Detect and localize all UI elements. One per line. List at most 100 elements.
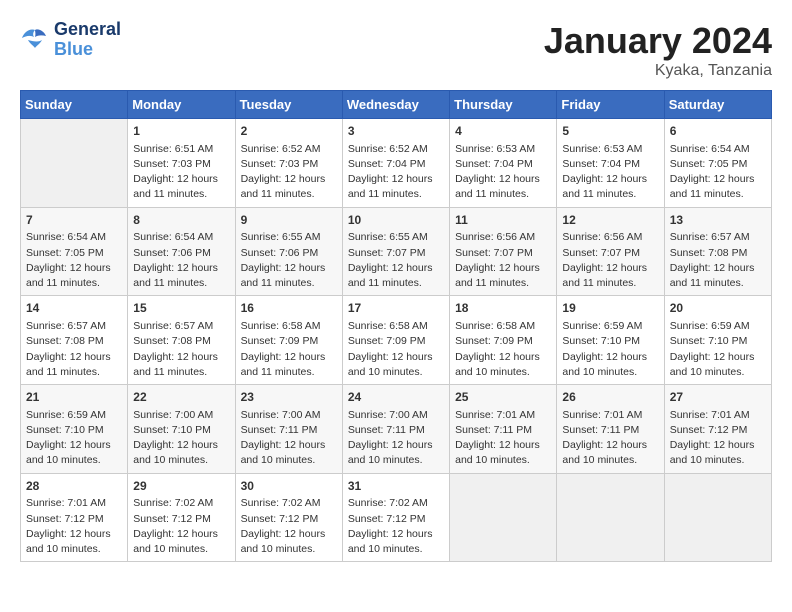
day-number: 7 [26,212,122,229]
calendar-cell: 9Sunrise: 6:55 AMSunset: 7:06 PMDaylight… [235,207,342,296]
day-info: Sunrise: 7:01 AMSunset: 7:12 PMDaylight:… [670,408,766,469]
day-info: Sunrise: 7:02 AMSunset: 7:12 PMDaylight:… [241,496,337,557]
day-number: 4 [455,123,551,140]
calendar-cell: 22 Sunrise: 7:00 AMSunset: 7:10 PMDayligh… [128,385,235,474]
day-number: 19 [562,300,658,317]
day-info: Sunrise: 6:55 AMSunset: 7:06 PMDaylight:… [241,230,337,291]
calendar-cell: 24Sunrise: 7:00 AMSunset: 7:11 PMDayligh… [342,385,449,474]
calendar-cell: 28Sunrise: 7:01 AMSunset: 7:12 PMDayligh… [21,473,128,562]
calendar-cell: 4Sunrise: 6:53 AMSunset: 7:04 PMDaylight… [450,119,557,208]
calendar-cell: 6 Sunrise: 6:54 AMSunset: 7:05 PMDaylight… [664,119,771,208]
calendar-cell: 25 Sunrise: 7:01 AMSunset: 7:11 PMDayligh… [450,385,557,474]
day-number: 1 [133,123,229,140]
calendar-cell: 5 Sunrise: 6:53 AMSunset: 7:04 PMDaylight… [557,119,664,208]
day-info: Sunrise: 7:01 AMSunset: 7:11 PMDaylight:… [562,408,658,469]
col-monday: Monday [128,91,235,119]
day-info: Sunrise: 6:52 AMSunset: 7:04 PMDaylight:… [348,142,444,203]
day-number: 5 [562,123,658,140]
col-tuesday: Tuesday [235,91,342,119]
calendar-table: Sunday Monday Tuesday Wednesday Thursday… [20,90,772,562]
calendar-cell: 3 Sunrise: 6:52 AMSunset: 7:04 PMDaylight… [342,119,449,208]
day-info: Sunrise: 6:59 AMSunset: 7:10 PMDaylight:… [670,319,766,380]
day-info: Sunrise: 6:51 AMSunset: 7:03 PMDaylight:… [133,142,229,203]
page-header: General Blue January 2024 Kyaka, Tanzani… [20,20,772,80]
day-number: 14 [26,300,122,317]
day-number: 9 [241,212,337,229]
col-thursday: Thursday [450,91,557,119]
calendar-cell: 20 Sunrise: 6:59 AMSunset: 7:10 PMDayligh… [664,296,771,385]
day-info: Sunrise: 6:54 AMSunset: 7:05 PMDaylight:… [26,230,122,291]
logo-icon [20,26,50,54]
calendar-week-row: 14 Sunrise: 6:57 AMSunset: 7:08 PMDayligh… [21,296,772,385]
calendar-cell: 23Sunrise: 7:00 AMSunset: 7:11 PMDayligh… [235,385,342,474]
day-number: 12 [562,212,658,229]
day-info: Sunrise: 6:54 AMSunset: 7:06 PMDaylight:… [133,230,229,291]
day-number: 11 [455,212,551,229]
day-number: 17 [348,300,444,317]
day-info: Sunrise: 6:52 AMSunset: 7:03 PMDaylight:… [241,142,337,203]
day-number: 30 [241,478,337,495]
day-info: Sunrise: 7:00 AMSunset: 7:10 PMDaylight:… [133,408,229,469]
day-info: Sunrise: 6:57 AMSunset: 7:08 PMDaylight:… [670,230,766,291]
col-wednesday: Wednesday [342,91,449,119]
calendar-cell: 2 Sunrise: 6:52 AMSunset: 7:03 PMDaylight… [235,119,342,208]
calendar-cell: 30Sunrise: 7:02 AMSunset: 7:12 PMDayligh… [235,473,342,562]
title-block: January 2024 Kyaka, Tanzania [544,20,772,80]
day-info: Sunrise: 6:56 AMSunset: 7:07 PMDaylight:… [562,230,658,291]
calendar-cell: 1 Sunrise: 6:51 AMSunset: 7:03 PMDaylight… [128,119,235,208]
calendar-body: 1 Sunrise: 6:51 AMSunset: 7:03 PMDaylight… [21,119,772,562]
calendar-cell [664,473,771,562]
col-saturday: Saturday [664,91,771,119]
calendar-cell: 21Sunrise: 6:59 AMSunset: 7:10 PMDayligh… [21,385,128,474]
day-number: 21 [26,389,122,406]
calendar-week-row: 21Sunrise: 6:59 AMSunset: 7:10 PMDayligh… [21,385,772,474]
logo: General Blue [20,20,121,60]
calendar-cell [450,473,557,562]
day-info: Sunrise: 7:02 AMSunset: 7:12 PMDaylight:… [348,496,444,557]
day-info: Sunrise: 6:53 AMSunset: 7:04 PMDaylight:… [562,142,658,203]
calendar-header: Sunday Monday Tuesday Wednesday Thursday… [21,91,772,119]
calendar-cell [557,473,664,562]
calendar-cell: 26 Sunrise: 7:01 AMSunset: 7:11 PMDayligh… [557,385,664,474]
calendar-cell: 14 Sunrise: 6:57 AMSunset: 7:08 PMDayligh… [21,296,128,385]
day-number: 18 [455,300,551,317]
day-info: Sunrise: 6:57 AMSunset: 7:08 PMDaylight:… [133,319,229,380]
calendar-week-row: 1 Sunrise: 6:51 AMSunset: 7:03 PMDaylight… [21,119,772,208]
calendar-cell: 17Sunrise: 6:58 AMSunset: 7:09 PMDayligh… [342,296,449,385]
calendar-cell: 11Sunrise: 6:56 AMSunset: 7:07 PMDayligh… [450,207,557,296]
calendar-cell: 18Sunrise: 6:58 AMSunset: 7:09 PMDayligh… [450,296,557,385]
calendar-cell: 31Sunrise: 7:02 AMSunset: 7:12 PMDayligh… [342,473,449,562]
day-number: 22 [133,389,229,406]
day-number: 13 [670,212,766,229]
calendar-cell: 16Sunrise: 6:58 AMSunset: 7:09 PMDayligh… [235,296,342,385]
day-info: Sunrise: 6:55 AMSunset: 7:07 PMDaylight:… [348,230,444,291]
day-info: Sunrise: 6:57 AMSunset: 7:08 PMDaylight:… [26,319,122,380]
day-info: Sunrise: 7:01 AMSunset: 7:11 PMDaylight:… [455,408,551,469]
day-info: Sunrise: 7:01 AMSunset: 7:12 PMDaylight:… [26,496,122,557]
day-info: Sunrise: 6:56 AMSunset: 7:07 PMDaylight:… [455,230,551,291]
calendar-cell: 19Sunrise: 6:59 AMSunset: 7:10 PMDayligh… [557,296,664,385]
header-row: Sunday Monday Tuesday Wednesday Thursday… [21,91,772,119]
day-number: 27 [670,389,766,406]
calendar-cell: 10Sunrise: 6:55 AMSunset: 7:07 PMDayligh… [342,207,449,296]
day-number: 26 [562,389,658,406]
day-number: 31 [348,478,444,495]
day-number: 23 [241,389,337,406]
day-number: 6 [670,123,766,140]
logo-text-blue: Blue [54,40,121,60]
day-number: 3 [348,123,444,140]
day-number: 25 [455,389,551,406]
day-number: 29 [133,478,229,495]
calendar-cell [21,119,128,208]
day-number: 2 [241,123,337,140]
col-friday: Friday [557,91,664,119]
calendar-cell: 7Sunrise: 6:54 AMSunset: 7:05 PMDaylight… [21,207,128,296]
day-number: 20 [670,300,766,317]
day-number: 28 [26,478,122,495]
month-year-title: January 2024 [544,20,772,62]
calendar-cell: 29Sunrise: 7:02 AMSunset: 7:12 PMDayligh… [128,473,235,562]
day-number: 10 [348,212,444,229]
day-info: Sunrise: 6:58 AMSunset: 7:09 PMDaylight:… [241,319,337,380]
day-info: Sunrise: 6:54 AMSunset: 7:05 PMDaylight:… [670,142,766,203]
calendar-week-row: 7Sunrise: 6:54 AMSunset: 7:05 PMDaylight… [21,207,772,296]
